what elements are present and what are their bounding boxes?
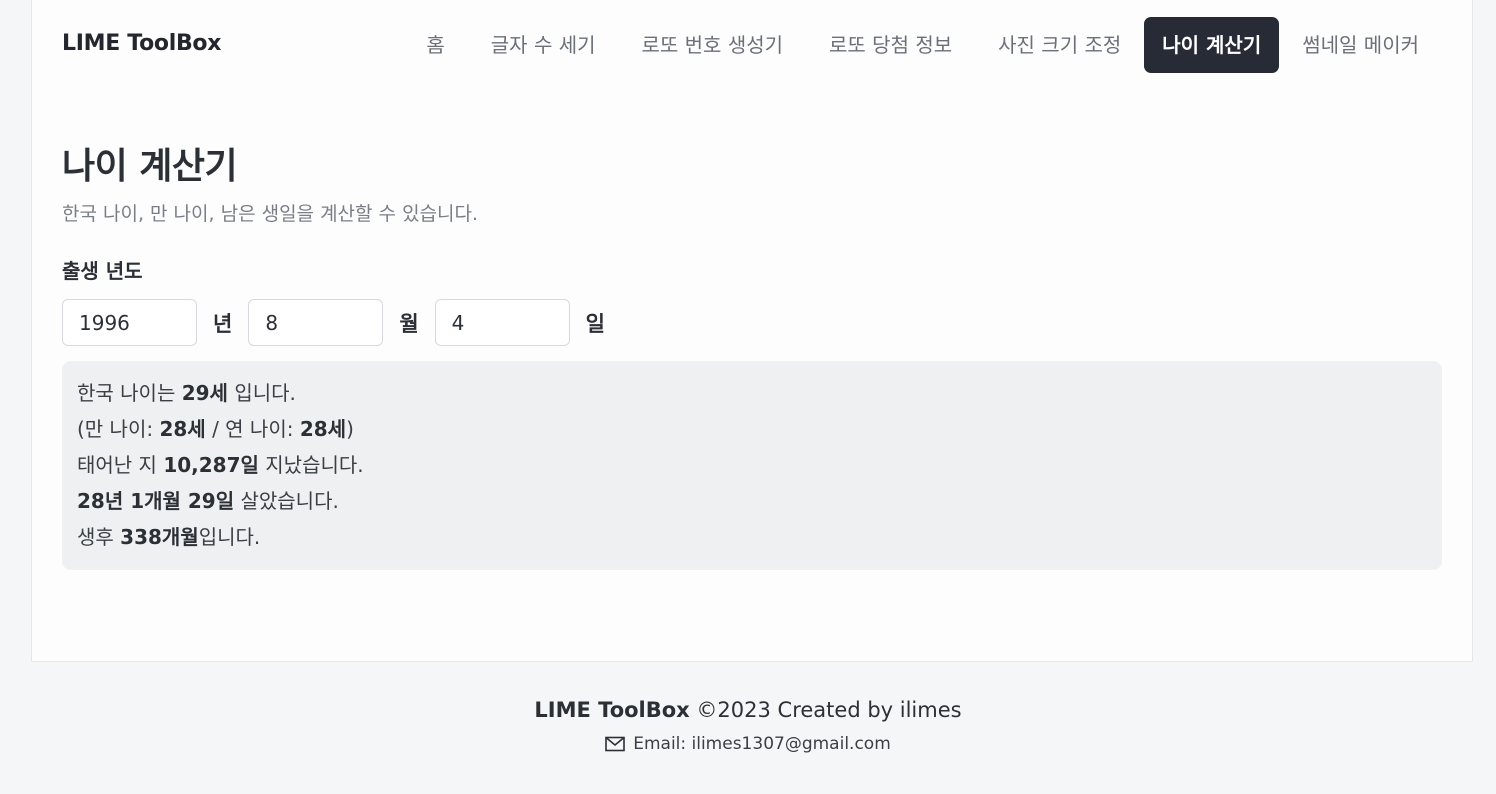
mail-icon xyxy=(605,736,626,752)
nav-item-lotto-generator[interactable]: 로또 번호 생성기 xyxy=(619,17,807,73)
footer-email[interactable]: Email: ilimes1307@gmail.com xyxy=(0,734,1496,754)
result-box: 한국 나이는 29세 입니다. (만 나이: 28세 / 연 나이: 28세) … xyxy=(62,361,1442,570)
nav-item-image-resize[interactable]: 사진 크기 조정 xyxy=(975,17,1144,73)
days-lived-line: 태어난 지 10,287일 지났습니다. xyxy=(77,453,364,477)
month-unit-label: 월 xyxy=(399,311,419,336)
page-description: 한국 나이, 만 나이, 남은 생일을 계산할 수 있습니다. xyxy=(62,203,479,225)
full-age-value: 28세 xyxy=(159,417,206,441)
birth-label: 출생 년도 xyxy=(62,259,143,283)
footer: LIME ToolBox ©2023 Created by ilimes Ema… xyxy=(0,698,1496,754)
nav-item-home[interactable]: 홈 xyxy=(403,17,467,73)
nav-menu: 홈 글자 수 세기 로또 번호 생성기 로또 당첨 정보 사진 크기 조정 나이… xyxy=(403,17,1442,73)
period-lived-line: 28년 1개월 29일 살았습니다. xyxy=(77,489,339,513)
footer-email-text[interactable]: Email: ilimes1307@gmail.com xyxy=(633,734,891,754)
page-title: 나이 계산기 xyxy=(62,146,238,187)
birth-day-input[interactable] xyxy=(434,299,570,346)
period-lived-value: 28년 1개월 29일 xyxy=(77,489,235,513)
main-card: LIME ToolBox 홈 글자 수 세기 로또 번호 생성기 로또 당첨 정… xyxy=(31,0,1473,662)
korean-age-value: 29세 xyxy=(181,381,228,405)
birth-month-input[interactable] xyxy=(248,299,384,346)
navbar: LIME ToolBox 홈 글자 수 세기 로또 번호 생성기 로또 당첨 정… xyxy=(32,17,1472,73)
birth-year-input[interactable] xyxy=(62,299,197,346)
months-lived-value: 338개월 xyxy=(120,525,199,549)
brand-logo[interactable]: LIME ToolBox xyxy=(62,31,221,56)
days-lived-value: 10,287일 xyxy=(163,453,259,477)
full-age-line: (만 나이: 28세 / 연 나이: 28세) xyxy=(77,417,354,441)
korean-age-line: 한국 나이는 29세 입니다. xyxy=(77,381,296,405)
footer-copyright: LIME ToolBox ©2023 Created by ilimes xyxy=(0,698,1496,722)
footer-brand: LIME ToolBox xyxy=(534,698,690,722)
day-unit-label: 일 xyxy=(585,311,605,336)
nav-item-thumbnail-maker[interactable]: 썸네일 메이커 xyxy=(1279,17,1442,73)
year-age-value: 28세 xyxy=(299,417,347,441)
nav-item-char-count[interactable]: 글자 수 세기 xyxy=(468,17,619,73)
months-lived-line: 생후 338개월입니다. xyxy=(77,525,261,549)
footer-copyright-text: ©2023 Created by ilimes xyxy=(696,698,962,722)
nav-item-age-calculator[interactable]: 나이 계산기 xyxy=(1144,17,1280,73)
nav-item-lotto-info[interactable]: 로또 당첨 정보 xyxy=(806,17,975,73)
year-unit-label: 년 xyxy=(213,311,233,336)
birth-date-row: 년 월 일 xyxy=(62,299,621,346)
